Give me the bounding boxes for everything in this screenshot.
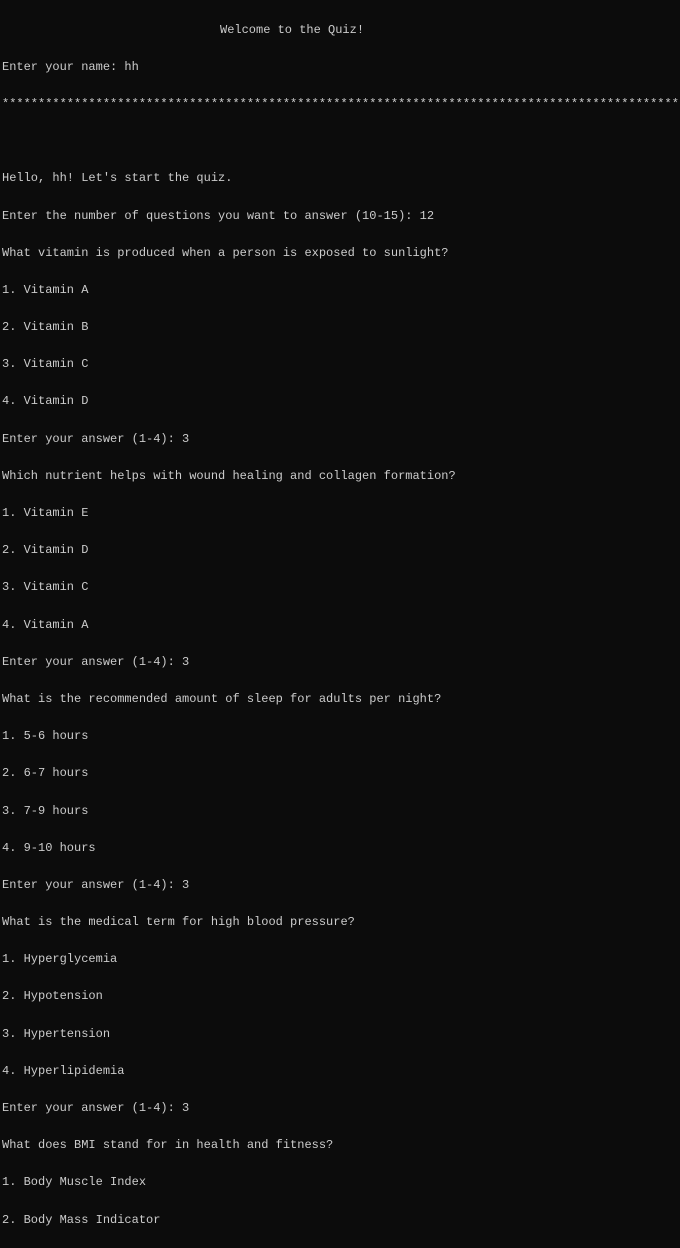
question-option: 2. Body Mass Indicator [2,1211,680,1230]
question-option: 1. Hyperglycemia [2,950,680,969]
answer-input-value[interactable]: 3 [182,878,189,892]
count-prompt-label: Enter the number of questions you want t… [2,209,420,223]
greeting-line: Hello, hh! Let's start the quiz. [2,169,680,188]
answer-input-value[interactable]: 3 [182,655,189,669]
answer-prompt-label: Enter your answer (1-4): [2,1101,182,1115]
answer-prompt-label: Enter your answer (1-4): [2,655,182,669]
question-option: 2. Vitamin B [2,318,680,337]
answer-prompt-line: Enter your answer (1-4): 3 [2,653,680,672]
question-text: What is the recommended amount of sleep … [2,690,680,709]
question-option: 3. Hypertension [2,1025,680,1044]
question-text: Which nutrient helps with wound healing … [2,467,680,486]
answer-input-value[interactable]: 3 [182,432,189,446]
question-text: What vitamin is produced when a person i… [2,244,680,263]
question-option: 2. Vitamin D [2,541,680,560]
question-option: 1. 5-6 hours [2,727,680,746]
question-option: 4. Hyperlipidemia [2,1062,680,1081]
question-text: What does BMI stand for in health and fi… [2,1136,680,1155]
question-option: 1. Body Muscle Index [2,1173,680,1192]
quiz-title: Welcome to the Quiz! [2,21,680,40]
answer-prompt-line: Enter your answer (1-4): 3 [2,1099,680,1118]
question-text: What is the medical term for high blood … [2,913,680,932]
question-option: 1. Vitamin E [2,504,680,523]
name-input-value[interactable]: hh [124,60,138,74]
separator-line: ****************************************… [2,95,680,114]
question-option: 3. 7-9 hours [2,802,680,821]
question-option: 1. Vitamin A [2,281,680,300]
question-option: 2. 6-7 hours [2,764,680,783]
answer-input-value[interactable]: 3 [182,1101,189,1115]
count-input-value[interactable]: 12 [420,209,434,223]
blank-line [2,132,680,151]
question-option: 4. 9-10 hours [2,839,680,858]
count-prompt-line: Enter the number of questions you want t… [2,207,680,226]
question-option: 2. Hypotension [2,987,680,1006]
name-prompt-label: Enter your name: [2,60,124,74]
answer-prompt-label: Enter your answer (1-4): [2,878,182,892]
question-option: 3. Vitamin C [2,578,680,597]
name-prompt-line: Enter your name: hh [2,58,680,77]
answer-prompt-line: Enter your answer (1-4): 3 [2,876,680,895]
answer-prompt-label: Enter your answer (1-4): [2,432,182,446]
question-option: 4. Vitamin D [2,392,680,411]
question-option: 3. Vitamin C [2,355,680,374]
question-option: 4. Vitamin A [2,616,680,635]
answer-prompt-line: Enter your answer (1-4): 3 [2,430,680,449]
terminal-output: Welcome to the Quiz! Enter your name: hh… [0,0,680,1248]
